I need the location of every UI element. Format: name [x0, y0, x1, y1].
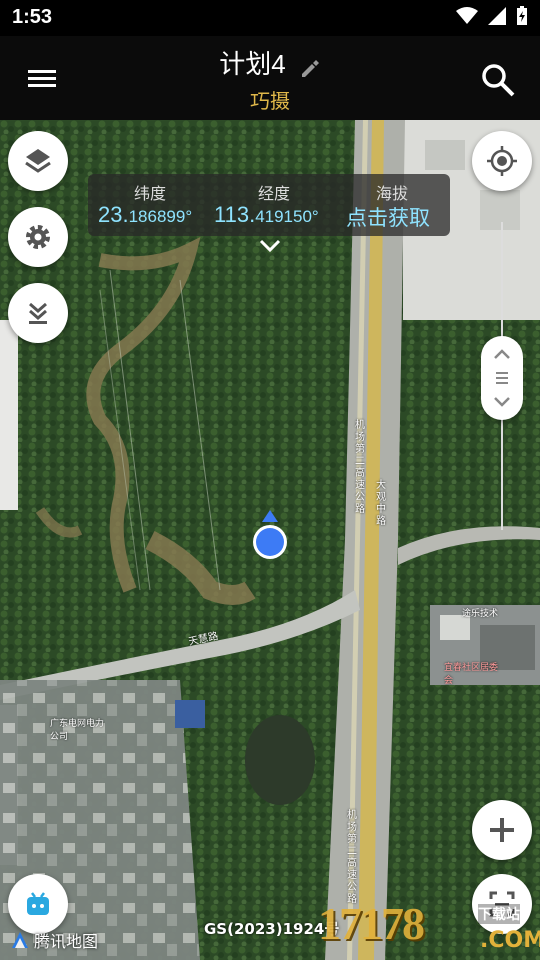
latitude-int: 23.	[98, 202, 129, 227]
plus-icon	[490, 818, 514, 842]
page-title-row: 计划4	[0, 44, 540, 81]
road-label-daguan: 大观中路	[376, 480, 386, 527]
layers-icon	[25, 149, 51, 173]
wifi-icon	[456, 7, 478, 24]
poi-label-tucheng: 途乐技术	[462, 609, 499, 619]
gear-icon	[26, 225, 50, 249]
tencent-map-logo: 腾讯地图	[10, 928, 98, 952]
longitude-int: 113.	[214, 202, 256, 227]
status-icons	[456, 6, 528, 26]
app-bar: 计划4 巧摄	[0, 36, 540, 120]
longitude-decimal: 419150°	[255, 207, 319, 226]
longitude-value: 113.419150°	[214, 202, 319, 228]
current-location-marker[interactable]	[250, 510, 290, 562]
search-icon[interactable]	[480, 62, 516, 98]
zoom-in-button[interactable]	[472, 800, 532, 860]
longitude-label: 经度	[258, 184, 291, 203]
tv-robot-icon	[27, 892, 49, 915]
road-label-airport-2: 机场第二高速公路	[347, 810, 357, 905]
download-button[interactable]	[8, 283, 68, 343]
assistant-button[interactable]	[8, 874, 68, 934]
watermark-small: 下载站	[478, 904, 520, 924]
latitude-decimal: 186899°	[128, 207, 193, 226]
poi-label-company: 广东电网电力公司	[50, 719, 105, 742]
crosshair-location-icon	[487, 146, 517, 176]
tencent-map-icon	[12, 932, 28, 948]
altitude-value[interactable]: 点击获取	[346, 202, 430, 232]
watermark-com: .COM	[480, 928, 540, 953]
watermark-logo: 17178	[318, 898, 425, 949]
settings-button[interactable]	[8, 207, 68, 267]
page-title[interactable]: 计划4	[219, 49, 285, 79]
locate-button[interactable]	[472, 131, 532, 191]
edit-pencil-icon[interactable]	[299, 58, 321, 80]
battery-icon	[517, 6, 527, 25]
location-arrow-icon	[253, 510, 287, 559]
latitude-value: 23.186899°	[98, 202, 192, 228]
tencent-map-text: 腾讯地图	[34, 932, 99, 951]
chevron-down-icon[interactable]	[258, 238, 282, 254]
coordinates-panel: 纬度 23.186899° 经度 113.419150° 海拔 点击获取	[88, 174, 450, 236]
altitude-label: 海拔	[376, 184, 409, 203]
signal-icon	[488, 7, 506, 25]
road-label-airport: 机场第二高速公路	[355, 420, 365, 515]
layers-button[interactable]	[8, 131, 68, 191]
status-bar: 1:53	[0, 0, 540, 36]
status-time: 1:53	[12, 6, 53, 28]
page-subtitle: 巧摄	[250, 89, 290, 113]
zoom-slider-handle[interactable]	[481, 336, 523, 420]
poi-label-station: 宜春社区居委会	[444, 663, 499, 686]
zoom-handle-icon	[494, 349, 510, 407]
title-block: 计划4 巧摄	[0, 44, 540, 114]
latitude-label: 纬度	[134, 184, 167, 203]
collapse-down-icon	[29, 302, 47, 324]
